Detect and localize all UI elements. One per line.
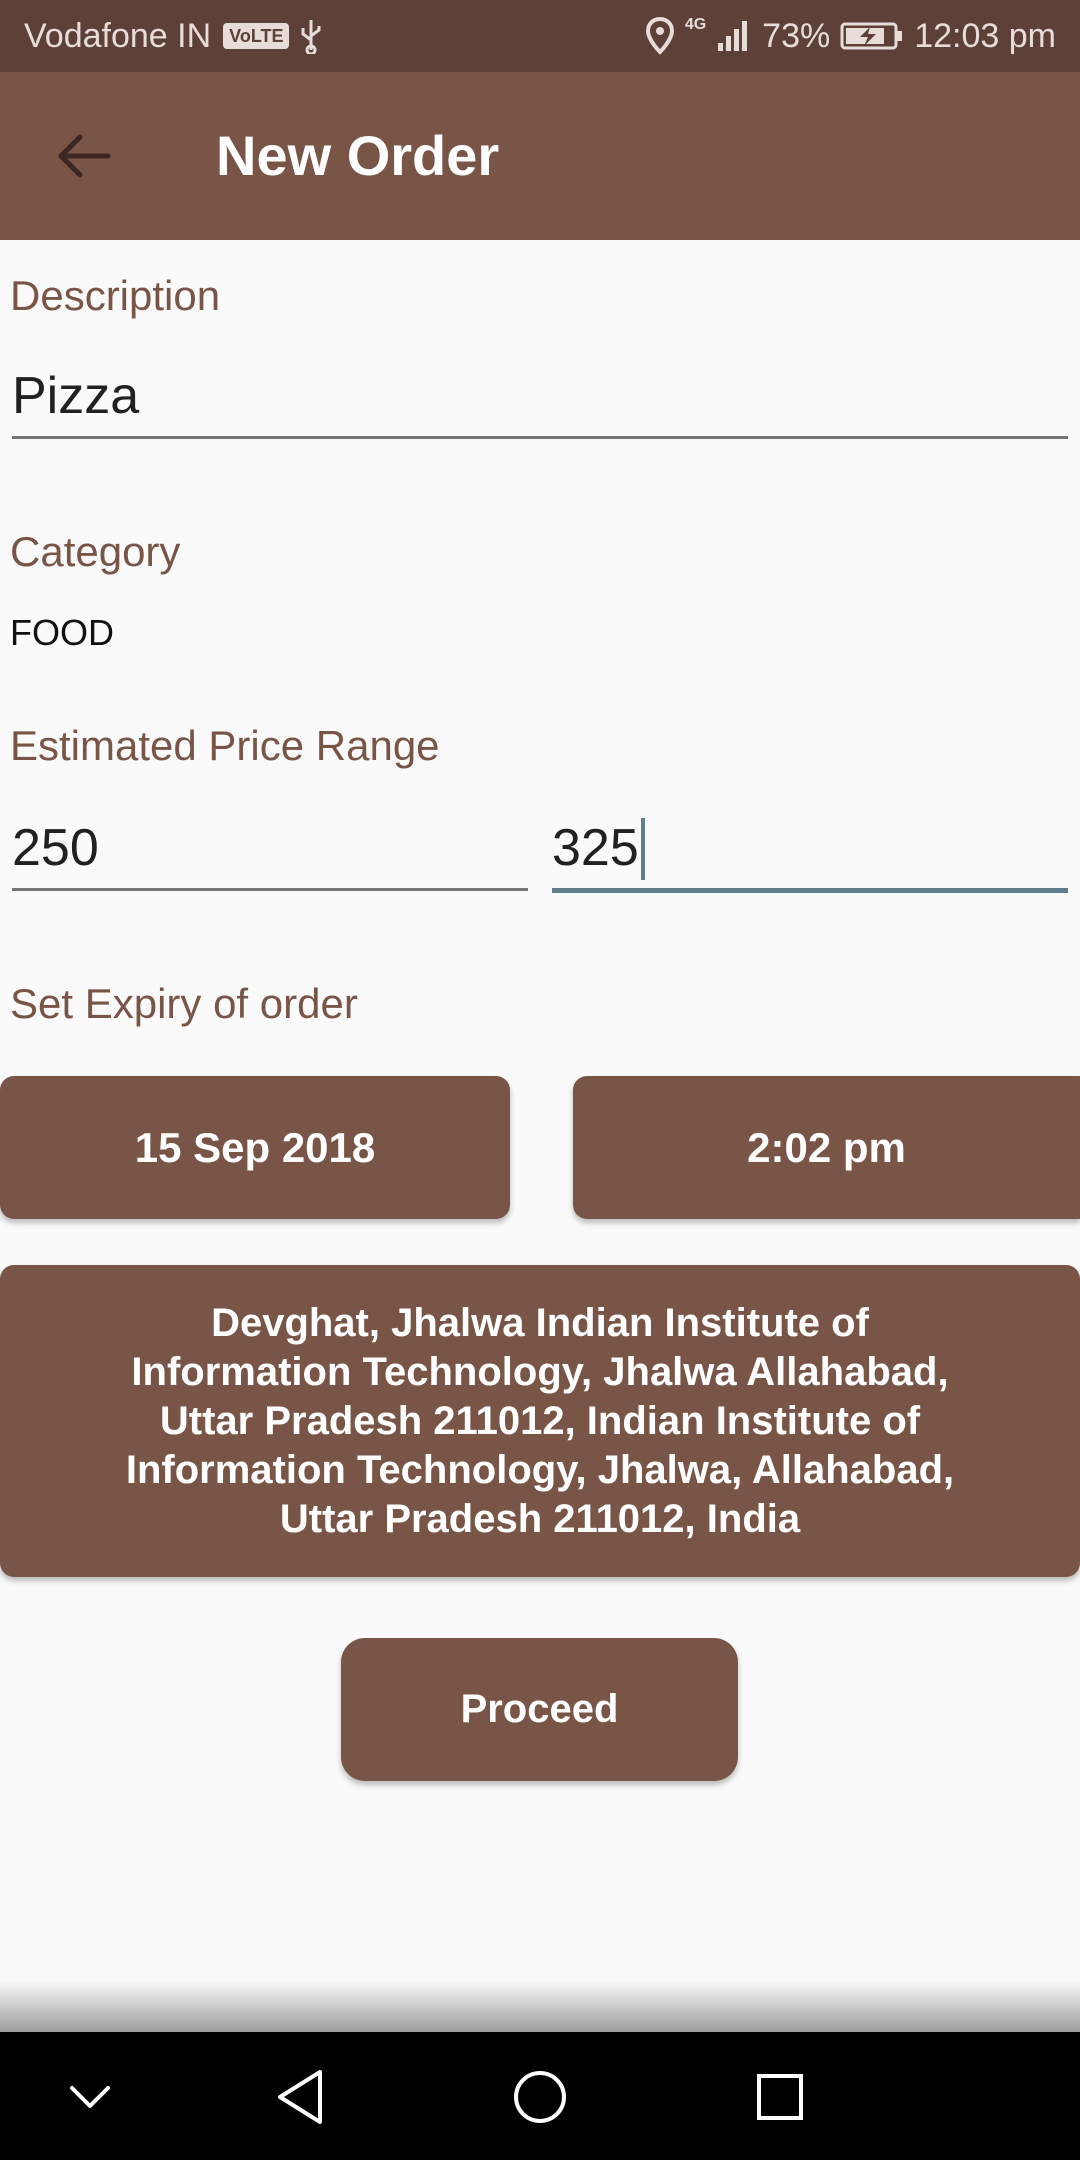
location-icon [645, 17, 674, 55]
carrier-info: Vodafone IN VoLTE [24, 0, 325, 72]
back-button[interactable] [44, 116, 124, 196]
nav-back-button[interactable] [255, 2052, 345, 2142]
usb-icon [301, 20, 321, 54]
address-label: Devghat, Jhalwa Indian Institute of Info… [125, 1300, 955, 1541]
status-bar: Vodafone IN VoLTE 4G 73% 12:03 pm [0, 0, 1080, 72]
price-min-underline [12, 888, 528, 891]
page-title: New Order [216, 124, 500, 187]
triangle-back-icon [278, 2070, 322, 2124]
date-picker-label: 15 Sep 2018 [134, 1123, 376, 1171]
clock: 12:03 pm [914, 16, 1056, 55]
network-type: 4G [684, 16, 707, 33]
price-max-underline [552, 888, 1068, 893]
nav-home-button[interactable] [495, 2052, 585, 2142]
battery-charging-icon [840, 22, 903, 50]
time-picker-button[interactable]: 2:02 pm [573, 1076, 1080, 1219]
description-underline [12, 436, 1068, 439]
time-picker-label: 2:02 pm [747, 1123, 906, 1171]
address-button[interactable]: Devghat, Jhalwa Indian Institute of Info… [0, 1265, 1080, 1577]
volte-badge: VoLTE [223, 23, 290, 49]
nav-recents-button[interactable] [735, 2052, 825, 2142]
description-input[interactable]: Pizza [12, 366, 1066, 426]
square-recents-icon [757, 2074, 803, 2120]
battery-percent: 73% [762, 16, 831, 55]
arrow-back-icon [58, 134, 111, 178]
price-min-input[interactable]: 250 [12, 818, 526, 878]
proceed-button[interactable]: Proceed [341, 1638, 738, 1781]
text-cursor [640, 818, 645, 880]
chevron-down-icon [70, 2086, 110, 2108]
status-icons: 4G 73% 12:03 pm [645, 0, 1056, 72]
carrier-name: Vodafone IN [24, 17, 212, 55]
proceed-label: Proceed [460, 1687, 619, 1731]
expiry-label: Set Expiry of order [10, 980, 358, 1027]
price-max-input[interactable]: 325 [552, 819, 639, 877]
bottom-shadow [0, 1980, 1080, 2032]
app-bar [0, 72, 1080, 240]
date-picker-button[interactable]: 15 Sep 2018 [0, 1076, 510, 1219]
price-max-field[interactable]: 325 [552, 818, 1066, 880]
price-range-label: Estimated Price Range [10, 722, 440, 769]
category-label: Category [10, 528, 181, 575]
nav-collapse-button[interactable] [45, 2052, 135, 2142]
circle-home-icon [514, 2071, 566, 2123]
signal-icon [718, 21, 748, 51]
category-value[interactable]: FOOD [10, 612, 114, 654]
description-label: Description [10, 272, 221, 319]
